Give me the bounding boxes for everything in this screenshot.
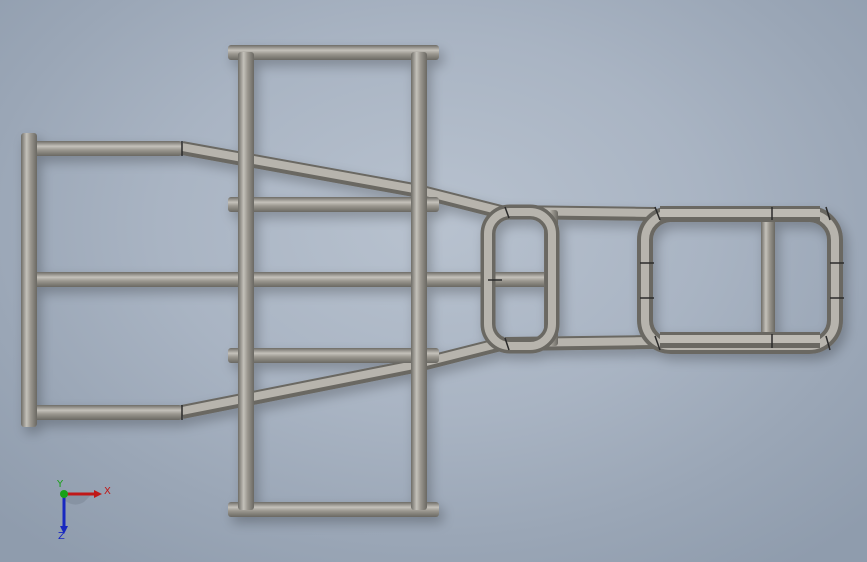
tube-main-right (411, 52, 427, 510)
frame-model[interactable] (0, 0, 867, 562)
y-axis-label: Y (57, 479, 64, 490)
tube-main-left (238, 52, 254, 510)
tube-bottom (228, 502, 439, 517)
axis-triad: X Y Z (52, 479, 122, 546)
tube-left-lower (28, 405, 182, 420)
tube-center-spine (28, 272, 552, 287)
tube-left-end (21, 133, 37, 427)
tube-rear-post (761, 214, 775, 342)
graphics-viewport[interactable]: X Y Z (0, 0, 867, 562)
horizontal-tubes (28, 45, 552, 517)
tube-top (228, 45, 439, 60)
rear-hoop (637, 206, 843, 354)
x-axis-label: X (104, 486, 111, 497)
z-axis-label: Z (58, 531, 65, 542)
tube-crossbar-upper (228, 197, 439, 212)
tube-crossbar-lower (228, 348, 439, 363)
tube-left-upper (28, 141, 182, 156)
